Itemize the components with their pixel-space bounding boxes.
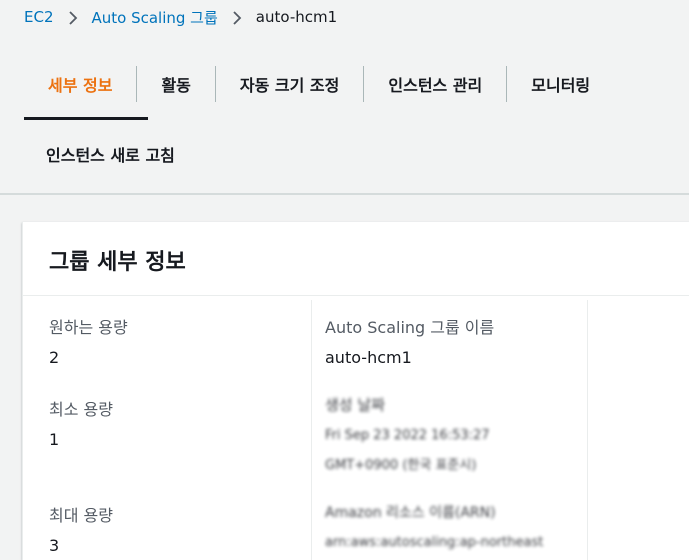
arn-value: arn:aws:autoscaling:ap-northeast bbox=[325, 535, 544, 550]
panel-title: 그룹 세부 정보 bbox=[49, 250, 186, 275]
max-capacity-label: 최대 용량 bbox=[49, 506, 113, 525]
max-capacity-value: 3 bbox=[49, 536, 60, 555]
tab-instance-management[interactable]: 인스턴스 관리 bbox=[363, 66, 506, 102]
tab-bar: 세부 정보 활동 자동 크기 조정 인스턴스 관리 모니터링 bbox=[24, 66, 614, 102]
breadcrumb: EC2 Auto Scaling 그룹 auto-hcm1 bbox=[24, 6, 337, 28]
arn-label: Amazon 리소스 이름(ARN) bbox=[325, 505, 496, 521]
breadcrumb-current: auto-hcm1 bbox=[255, 8, 338, 26]
column-divider bbox=[311, 300, 312, 560]
tab-details[interactable]: 세부 정보 bbox=[24, 66, 136, 102]
group-name-value: auto-hcm1 bbox=[325, 348, 412, 367]
created-time-value: Fri Sep 23 2022 16:53:27 bbox=[325, 428, 490, 443]
chevron-right-icon bbox=[62, 8, 84, 26]
chevron-right-icon bbox=[226, 8, 248, 26]
active-tab-indicator bbox=[24, 117, 148, 120]
desired-capacity-value: 2 bbox=[49, 348, 60, 367]
panel-header: 그룹 세부 정보 bbox=[23, 222, 689, 296]
group-name-label: Auto Scaling 그룹 이름 bbox=[325, 318, 495, 337]
created-time-value-timezone: GMT+0900 (한국 표준시) bbox=[325, 458, 477, 473]
breadcrumb-autoscaling-link[interactable]: Auto Scaling 그룹 bbox=[92, 7, 218, 28]
tabs-divider bbox=[0, 193, 689, 195]
column-divider bbox=[587, 300, 588, 560]
min-capacity-label: 최소 용량 bbox=[49, 400, 113, 419]
tab-auto-scaling[interactable]: 자동 크기 조정 bbox=[214, 66, 363, 102]
created-time-label: 생성 날짜 bbox=[325, 396, 385, 414]
breadcrumb-ec2-link[interactable]: EC2 bbox=[24, 8, 54, 26]
desired-capacity-label: 원하는 용량 bbox=[49, 318, 128, 337]
group-details-panel: 그룹 세부 정보 원하는 용량 2 최소 용량 1 최대 용량 3 Auto S… bbox=[22, 222, 689, 560]
tab-monitoring[interactable]: 모니터링 bbox=[506, 66, 614, 102]
tab-activity[interactable]: 활동 bbox=[136, 66, 214, 102]
min-capacity-value: 1 bbox=[49, 430, 60, 449]
tab-instance-refresh[interactable]: 인스턴스 새로 고침 bbox=[46, 142, 175, 166]
